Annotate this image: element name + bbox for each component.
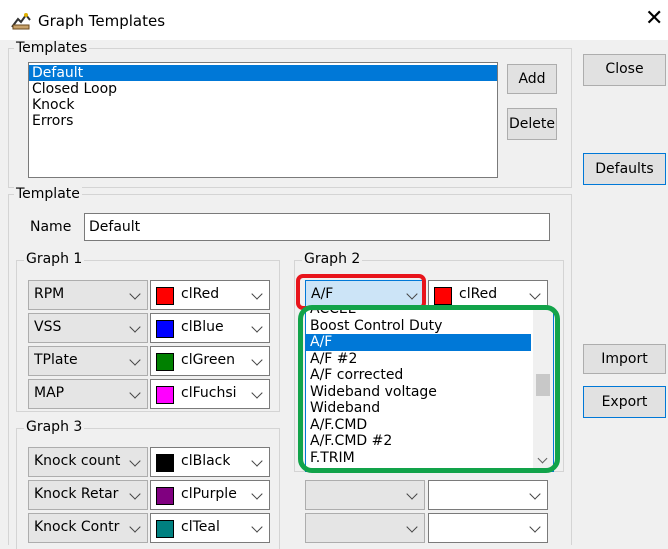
template-name-input[interactable]: Default: [84, 213, 550, 241]
graph1-channel-select[interactable]: RPM: [28, 280, 148, 310]
graph1-group-label: Graph 1: [24, 251, 85, 267]
chevron-down-icon: [251, 521, 263, 533]
graph3-group-label: Graph 3: [24, 419, 85, 435]
graph3-channel-select[interactable]: Knock Retar: [28, 480, 148, 510]
graph1-channel-select[interactable]: TPlate: [28, 346, 148, 376]
color-swatch: [156, 287, 174, 305]
templates-group-label: Templates: [14, 40, 90, 56]
templates-listbox[interactable]: Default Closed Loop Knock Errors: [28, 62, 498, 178]
chevron-down-icon: [129, 455, 141, 467]
color-swatch: [156, 386, 174, 404]
chevron-down-icon: [129, 387, 141, 399]
graph1-color-select[interactable]: clGreen: [150, 346, 270, 376]
graph3-color-select[interactable]: clTeal: [150, 513, 270, 543]
graph1-color-select[interactable]: clRed: [150, 280, 270, 310]
chevron-down-icon: [406, 488, 418, 500]
graph1-color-select[interactable]: clBlue: [150, 313, 270, 343]
template-list-item[interactable]: Default: [29, 65, 497, 81]
chevron-down-icon: [129, 288, 141, 300]
name-label: Name: [30, 219, 72, 235]
close-window-icon[interactable]: ✕: [645, 8, 663, 30]
chevron-down-icon: [129, 521, 141, 533]
window-title: Graph Templates: [38, 12, 166, 30]
close-button[interactable]: Close: [583, 54, 666, 86]
chevron-down-icon: [129, 354, 141, 366]
chevron-down-icon: [251, 488, 263, 500]
import-button[interactable]: Import: [583, 344, 666, 374]
graph3-channel-select[interactable]: Knock Contr: [28, 513, 148, 543]
chevron-down-icon: [251, 455, 263, 467]
graph4-color-select[interactable]: [428, 480, 548, 510]
color-swatch: [156, 487, 174, 505]
graph1-channel-select[interactable]: MAP: [28, 379, 148, 409]
chevron-down-icon: [529, 488, 541, 500]
chevron-down-icon: [129, 321, 141, 333]
defaults-button[interactable]: Defaults: [583, 153, 666, 185]
color-swatch: [434, 287, 452, 305]
chevron-down-icon: [529, 288, 541, 300]
color-swatch: [156, 520, 174, 538]
chevron-down-icon: [251, 321, 263, 333]
template-list-item[interactable]: Knock: [29, 97, 497, 113]
chevron-down-icon: [251, 387, 263, 399]
graph3-color-select[interactable]: clPurple: [150, 480, 270, 510]
export-button[interactable]: Export: [583, 386, 666, 418]
graph3-channel-select[interactable]: Knock count: [28, 447, 148, 477]
chevron-down-icon: [129, 488, 141, 500]
graph1-color-select[interactable]: clFuchsi: [150, 379, 270, 409]
chevron-down-icon: [529, 521, 541, 533]
graph3-color-select[interactable]: clBlack: [150, 447, 270, 477]
color-swatch: [156, 320, 174, 338]
delete-button[interactable]: Delete: [507, 108, 557, 140]
add-button[interactable]: Add: [507, 64, 557, 94]
green-highlight-box: [298, 305, 560, 473]
graph4-color-select[interactable]: [428, 513, 548, 543]
template-group-label: Template: [14, 186, 82, 202]
graph4-channel-select[interactable]: [305, 480, 425, 510]
graph4-channel-select[interactable]: [305, 513, 425, 543]
template-list-item[interactable]: Closed Loop: [29, 81, 497, 97]
chevron-down-icon: [251, 288, 263, 300]
graph1-channel-select[interactable]: VSS: [28, 313, 148, 343]
chevron-down-icon: [251, 354, 263, 366]
graph2-group-label: Graph 2: [302, 251, 363, 267]
chevron-down-icon: [406, 521, 418, 533]
color-swatch: [156, 353, 174, 371]
color-swatch: [156, 454, 174, 472]
template-list-item[interactable]: Errors: [29, 113, 497, 129]
app-icon: [11, 13, 31, 30]
